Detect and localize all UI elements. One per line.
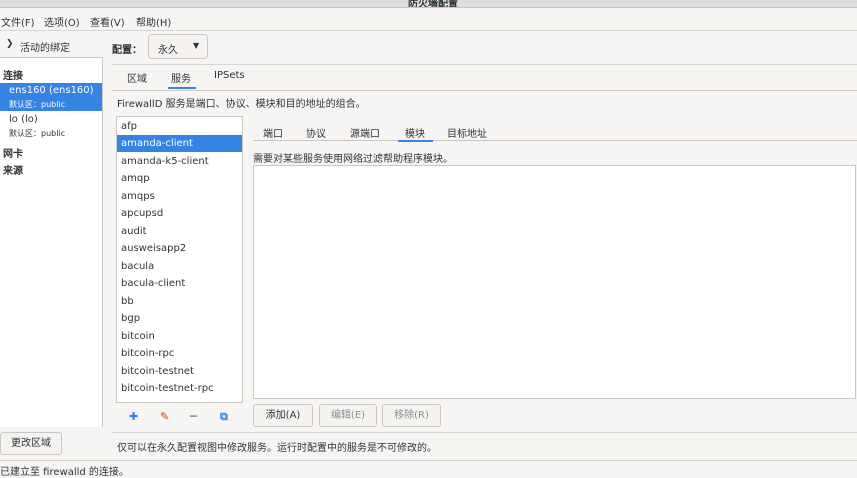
menu-options[interactable]: 选项(O) <box>44 14 80 29</box>
config-label: 配置： <box>112 45 142 56</box>
add-button[interactable]: 添加(A) <box>253 404 313 427</box>
divider <box>112 64 857 65</box>
sources-label: 来源 <box>3 166 23 177</box>
remove-service-icon[interactable]: ━ <box>190 410 197 423</box>
interfaces-label: 网卡 <box>3 149 23 160</box>
list-item[interactable]: ausweisapp2 <box>117 240 242 257</box>
services-list[interactable]: afp amanda-client amanda-k5-client amqp … <box>116 116 243 428</box>
load-defaults-icon[interactable]: ⧉ <box>220 410 228 424</box>
list-item[interactable]: amqp <box>117 170 242 187</box>
list-item[interactable]: bitcoin-testnet <box>117 363 242 380</box>
tab-services[interactable]: 服务 <box>171 70 191 85</box>
title-bar: 防火墙配置 <box>0 0 857 8</box>
connection-name: lo (lo) <box>9 114 38 125</box>
connection-name: ens160 (ens160) <box>9 85 94 96</box>
status-text: 已建立至 firewalld 的连接。 <box>0 467 129 478</box>
connection-zone: 默认区：public <box>9 100 66 109</box>
edit-service-icon[interactable]: ✎ <box>160 410 169 423</box>
subtab-destinations[interactable]: 目标地址 <box>447 125 487 140</box>
subtab-ports[interactable]: 端口 <box>263 125 283 140</box>
add-service-icon[interactable]: ✚ <box>129 410 138 423</box>
edit-button[interactable]: 编辑(E) <box>319 404 377 427</box>
subtab-source-ports[interactable]: 源端口 <box>350 125 380 140</box>
services-description: FirewallD 服务是端口、协议、模块和目的地址的组合。 <box>117 99 366 110</box>
config-select[interactable]: 永久 ▼ <box>148 34 208 59</box>
menu-bar: 文件(F) 选项(O) 查看(V) 帮助(H) <box>0 9 857 31</box>
connection-zone: 默认区：public <box>9 129 66 138</box>
list-item[interactable]: bitcoin-testnet-rpc <box>117 380 242 397</box>
list-item[interactable]: bgp <box>117 310 242 327</box>
list-item[interactable]: amanda-k5-client <box>117 153 242 170</box>
menu-help[interactable]: 帮助(H) <box>136 14 171 29</box>
services-note: 仅可以在永久配置视图中修改服务。运行时配置中的服务是不可修改的。 <box>117 443 437 454</box>
connection-ens160[interactable]: ens160 (ens160) 默认区：public <box>0 83 102 111</box>
list-item[interactable]: amanda-client <box>117 135 242 152</box>
tab-ipsets[interactable]: IPSets <box>214 70 245 81</box>
sidebar-header[interactable]: ❯ 活动的绑定 <box>0 32 103 58</box>
modules-hint: 需要对某些服务使用网络过滤帮助程序模块。 <box>253 154 453 165</box>
config-value: 永久 <box>158 45 178 56</box>
list-item[interactable]: bitcoin <box>117 328 242 345</box>
sidebar-header-label: 活动的绑定 <box>20 43 70 54</box>
list-item[interactable]: apcupsd <box>117 205 242 222</box>
status-bar: 已建立至 firewalld 的连接。 <box>0 460 857 478</box>
divider <box>112 432 857 433</box>
list-item[interactable]: audit <box>117 223 242 240</box>
menu-view[interactable]: 查看(V) <box>90 14 125 29</box>
modules-list[interactable] <box>253 165 856 399</box>
connection-lo[interactable]: lo (lo) 默认区：public <box>0 112 102 140</box>
window-title: 防火墙配置 <box>408 0 458 8</box>
list-item[interactable]: bacula-client <box>117 275 242 292</box>
list-item[interactable]: bacula <box>117 258 242 275</box>
services-toolbar: ✚ ✎ ━ ⧉ <box>116 402 243 429</box>
active-subtab-indicator <box>398 140 433 142</box>
subtab-modules[interactable]: 模块 <box>405 125 425 140</box>
bindings-sidebar: ❯ 活动的绑定 连接 ens160 (ens160) 默认区：public lo… <box>0 32 103 427</box>
tab-zones[interactable]: 区域 <box>127 70 147 85</box>
active-tab-indicator <box>168 87 196 89</box>
list-item[interactable]: bb <box>117 293 242 310</box>
service-subtabs <box>253 117 857 141</box>
menu-file[interactable]: 文件(F) <box>1 14 35 29</box>
remove-button[interactable]: 移除(R) <box>382 404 441 427</box>
list-item[interactable]: bitcoin-rpc <box>117 345 242 362</box>
list-item[interactable]: amqps <box>117 188 242 205</box>
change-zone-button[interactable]: 更改区域 <box>0 432 62 455</box>
chevron-down-icon: ❯ <box>6 39 14 49</box>
list-item[interactable]: afp <box>117 118 242 135</box>
divider <box>112 90 857 91</box>
dropdown-arrow-icon: ▼ <box>193 41 200 50</box>
subtab-protocols[interactable]: 协议 <box>306 125 326 140</box>
connections-label: 连接 <box>3 71 23 82</box>
